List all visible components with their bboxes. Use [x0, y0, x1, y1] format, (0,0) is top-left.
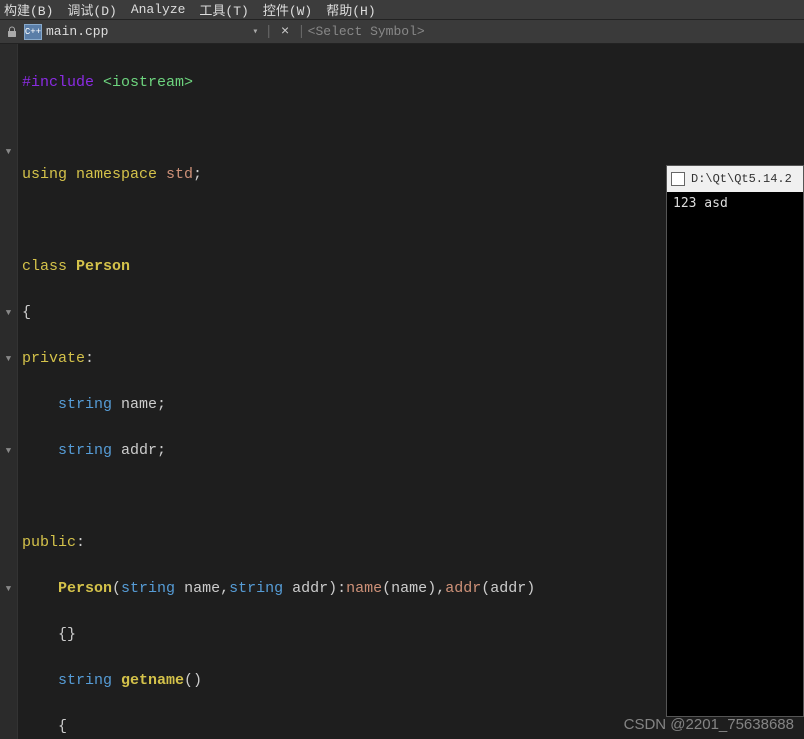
- code-token: ),: [427, 580, 445, 597]
- code-token: name: [346, 580, 382, 597]
- menu-help[interactable]: 帮助(H): [326, 0, 375, 19]
- cpp-file-icon: C++: [24, 24, 42, 40]
- code-token: :: [85, 350, 94, 367]
- menu-analyze[interactable]: Analyze: [131, 2, 186, 17]
- code-token: Person: [58, 580, 112, 597]
- console-window: D:\Qt\Qt5.14.2 123 asd: [666, 165, 804, 717]
- watermark: CSDN @2201_75638688: [624, 716, 794, 733]
- code-token: getname: [121, 672, 184, 689]
- symbol-selector[interactable]: <Select Symbol>: [308, 24, 425, 39]
- code-token: (: [481, 580, 490, 597]
- console-title-text: D:\Qt\Qt5.14.2: [691, 172, 792, 186]
- code-token: addr: [121, 442, 157, 459]
- code-token: string: [22, 672, 121, 689]
- code-token: addr: [445, 580, 481, 597]
- menu-tools[interactable]: 工具(T): [199, 0, 248, 19]
- menu-widgets[interactable]: 控件(W): [263, 0, 312, 19]
- code-token: name: [121, 396, 157, 413]
- code-token: private: [22, 350, 85, 367]
- menu-debug[interactable]: 调试(D): [67, 0, 116, 19]
- code-token: {: [22, 718, 67, 735]
- menu-build[interactable]: 构建(B): [4, 0, 53, 19]
- code-token: using: [22, 166, 76, 183]
- menu-bar: 构建(B) 调试(D) Analyze 工具(T) 控件(W) 帮助(H): [0, 0, 804, 20]
- code-token: (: [112, 580, 121, 597]
- code-token: name: [391, 580, 427, 597]
- console-output: 123 asd: [667, 192, 803, 716]
- code-token: string: [121, 580, 184, 597]
- tab-bar: C++ main.cpp ▾ | × | <Select Symbol>: [0, 20, 804, 44]
- fold-marker-icon[interactable]: ▼: [0, 577, 17, 600]
- code-token: class: [22, 258, 76, 275]
- lock-icon: [4, 24, 20, 40]
- code-token: [22, 580, 58, 597]
- code-token: <iostream>: [103, 74, 193, 91]
- code-token: ;: [193, 166, 202, 183]
- fold-marker-icon[interactable]: ▼: [0, 347, 17, 370]
- code-token: namespace: [76, 166, 166, 183]
- fold-marker-icon[interactable]: ▼: [0, 439, 17, 462]
- separator: |: [297, 24, 305, 40]
- code-token: #include: [22, 74, 103, 91]
- code-token: ):: [328, 580, 346, 597]
- tab-filename[interactable]: main.cpp: [46, 24, 108, 39]
- code-token: string: [22, 396, 121, 413]
- fold-marker-icon[interactable]: ▼: [0, 301, 17, 324]
- code-token: public: [22, 534, 76, 551]
- code-token: (: [382, 580, 391, 597]
- code-token: addr: [490, 580, 526, 597]
- console-titlebar[interactable]: D:\Qt\Qt5.14.2: [667, 166, 803, 192]
- dropdown-arrow-icon[interactable]: ▾: [252, 26, 258, 38]
- code-token: addr: [292, 580, 328, 597]
- code-token: ): [526, 580, 535, 597]
- code-token: name: [184, 580, 220, 597]
- app-icon: [671, 172, 685, 186]
- fold-marker-icon[interactable]: ▼: [0, 140, 17, 163]
- code-token: ;: [157, 442, 166, 459]
- code-token: {}: [22, 626, 76, 643]
- code-token: string: [22, 442, 121, 459]
- code-token: Person: [76, 258, 130, 275]
- code-token: ;: [157, 396, 166, 413]
- code-token: {: [22, 304, 31, 321]
- code-token: :: [76, 534, 85, 551]
- code-token: ,: [220, 580, 229, 597]
- code-token: string: [229, 580, 292, 597]
- code-token: (): [184, 672, 202, 689]
- close-icon[interactable]: ×: [281, 24, 289, 40]
- separator: |: [264, 24, 272, 40]
- code-token: std: [166, 166, 193, 183]
- fold-gutter: ▼ ▼ ▼ ▼ ▼: [0, 44, 18, 739]
- console-output-text: 123 asd: [673, 196, 728, 211]
